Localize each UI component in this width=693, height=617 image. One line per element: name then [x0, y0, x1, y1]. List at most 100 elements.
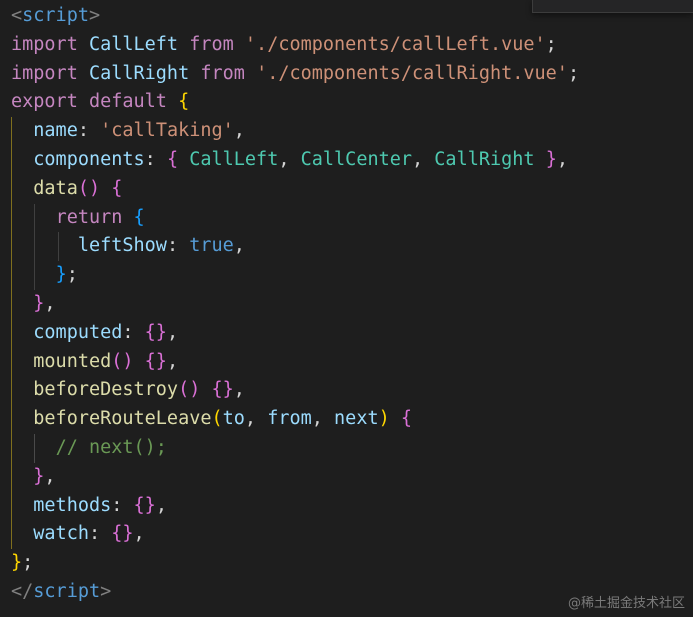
comma: , [244, 408, 268, 430]
comma: , [44, 465, 56, 487]
parens: () [111, 350, 134, 372]
script-tag: script [22, 5, 89, 26]
comma: , [233, 379, 245, 401]
code-line-15: beforeRouteLeave(to, from, next) { [11, 405, 693, 434]
from-keyword: from [189, 33, 234, 55]
code-line-4: export default { [11, 88, 693, 117]
empty-object: {} [144, 321, 167, 343]
component-name: CallCenter [300, 148, 413, 170]
code-line-19: watch: {}, [11, 520, 693, 550]
parens: () [77, 177, 101, 199]
code-line-14: beforeDestroy() {}, [11, 376, 693, 406]
return-keyword: return [55, 206, 123, 228]
property-key: computed [33, 321, 123, 343]
indent-guide [34, 261, 35, 290]
code-line-10: }; [11, 261, 693, 290]
indent-guide [11, 117, 12, 146]
method-name: beforeRouteLeave [33, 408, 212, 430]
code-line-2: import CallLeft from './components/callL… [11, 31, 693, 60]
empty-block: {} [211, 379, 234, 401]
block-open-brace: { [400, 408, 413, 430]
indent-guide [11, 376, 12, 406]
object-close-brace: } [55, 264, 67, 286]
tag-close-bracket: > [88, 5, 101, 26]
code-line-8: return { [11, 203, 693, 233]
indent-guide [34, 433, 35, 463]
block-open-brace: { [111, 177, 123, 199]
component-name: CallRight [434, 148, 535, 170]
from-keyword: from [200, 62, 245, 84]
tag-open-bracket: </ [11, 580, 34, 602]
import-keyword: import [11, 33, 78, 55]
code-editor[interactable]: <script> import CallLeft from './compone… [0, 0, 693, 617]
indent-guide [11, 520, 12, 550]
code-line-12: computed: {}, [11, 318, 693, 348]
colon: : [88, 523, 112, 545]
comma: , [133, 523, 145, 545]
comma: , [233, 235, 245, 257]
indent-guide [11, 433, 12, 463]
colon: : [111, 494, 134, 516]
import-path: './components/callRight.vue' [256, 62, 568, 84]
import-keyword: import [11, 62, 78, 84]
code-line-1: <script> [11, 2, 693, 31]
method-name: beforeDestroy [33, 379, 179, 401]
comma: , [311, 408, 335, 430]
indent-guide [11, 462, 12, 492]
comma: , [155, 494, 167, 516]
property-key: methods [33, 494, 112, 516]
property-key: name [33, 120, 78, 142]
comma: , [44, 292, 56, 314]
property-key: components [33, 148, 145, 170]
code-area[interactable]: <script> import CallLeft from './compone… [11, 2, 693, 607]
param-name: next [334, 408, 379, 430]
parens: () [178, 379, 201, 401]
colon: : [77, 120, 101, 142]
code-line-3: import CallRight from './components/call… [11, 60, 693, 89]
indent-guide [11, 261, 12, 290]
empty-object: {} [133, 494, 156, 516]
tag-close-bracket: > [100, 580, 112, 602]
indent-guide [11, 405, 12, 434]
tag-open-bracket: < [11, 5, 23, 26]
code-line-17: }, [11, 462, 693, 492]
semicolon: ; [545, 33, 557, 55]
param-open-paren: ( [211, 408, 223, 430]
indent-guide [11, 347, 12, 377]
block-close-brace: } [33, 465, 45, 487]
indent-guide [58, 232, 59, 262]
code-line-9: leftShow: true, [11, 232, 693, 262]
colon: : [166, 235, 190, 257]
property-key: watch [33, 523, 89, 545]
indent-guide [11, 203, 12, 233]
comma: , [412, 148, 435, 170]
indent-guide [34, 232, 35, 262]
colon: : [122, 321, 145, 343]
param-close-paren: ) [378, 408, 390, 430]
comma: , [278, 148, 301, 170]
comma: , [233, 120, 245, 142]
code-line-11: }, [11, 289, 693, 319]
code-line-6: components: { CallLeft, CallCenter, Call… [11, 145, 693, 175]
export-keyword: export [11, 91, 78, 113]
semicolon: ; [567, 62, 580, 84]
object-open-brace: { [166, 148, 179, 170]
empty-object: {} [111, 523, 134, 545]
indent-guide [34, 203, 35, 233]
code-line-7: data() { [11, 174, 693, 204]
watermark-text: @稀土掘金技术社区 [567, 596, 685, 611]
code-line-18: methods: {}, [11, 491, 693, 521]
import-path: './components/callLeft.vue' [244, 33, 546, 55]
block-close-brace: } [33, 292, 45, 314]
object-open-brace: { [133, 206, 145, 228]
comma: , [556, 148, 568, 170]
script-tag: script [33, 580, 101, 602]
comma: , [166, 321, 179, 343]
empty-block: {} [144, 350, 167, 372]
boolean-value: true [189, 235, 234, 257]
indent-guide [11, 289, 12, 319]
code-line-20: }; [11, 549, 693, 578]
comma: , [166, 350, 179, 372]
code-line-5: name: 'callTaking', [11, 117, 693, 146]
object-open-brace: { [178, 91, 190, 113]
